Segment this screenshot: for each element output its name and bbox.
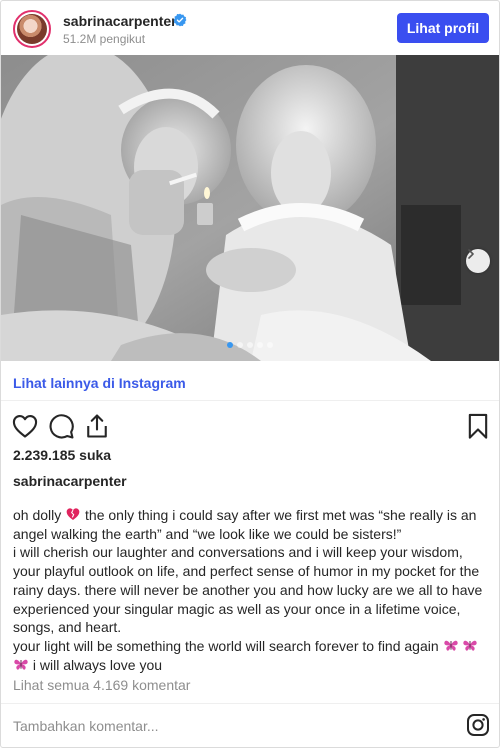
bookmark-icon[interactable] [464,412,492,440]
carousel-dot [237,342,243,348]
caption-line: angel walking the earth” and “we look li… [13,525,402,542]
like-count[interactable]: 2.239.185 suka [13,447,111,463]
instagram-embed-card: sabrinacarpenter 51.2M pengikut Lihat pr… [0,0,500,748]
caption-line: the only thing i could say after we firs… [85,507,477,523]
add-comment-input[interactable]: Tambahkan komentar... [13,718,159,734]
share-icon[interactable] [83,412,111,440]
caption-line: i will always love you [32,656,163,673]
caption-line: songs, and heart. [13,619,122,636]
username[interactable]: sabrinacarpenter [63,13,177,29]
view-profile-button[interactable]: Lihat profil [397,13,489,43]
carousel-dot [247,342,253,348]
photo-illustration [1,55,499,361]
post-photo[interactable] [1,55,499,361]
caption-line: your light will be something the world w… [13,637,439,654]
caption-line: oh dolly [13,507,62,523]
caption-line: your playful outlook on life, and perfec… [13,563,480,580]
heart-icon[interactable] [11,412,39,440]
post-caption: oh dolly the only thing i could say afte… [13,506,489,674]
view-more-on-instagram-link[interactable]: Lihat lainnya di Instagram [13,375,186,391]
avatar[interactable] [13,10,51,48]
carousel-next-button[interactable] [466,249,490,273]
caption-line: i will cherish our laughter and conversa… [13,544,463,561]
divider [1,400,499,401]
comment-icon[interactable] [47,412,75,440]
chevron-right-icon [468,249,474,259]
follower-count: 51.2M pengikut [63,32,146,46]
butterfly-emoji [443,640,458,651]
verified-badge-icon [173,13,187,27]
carousel-dot [267,342,273,348]
carousel-dot [227,342,233,348]
divider [1,703,499,704]
broken-heart-emoji [66,508,80,520]
carousel-indicator [227,342,273,348]
post-header: sabrinacarpenter 51.2M pengikut Lihat pr… [1,1,499,55]
caption-line: rainy days. there will never be another … [13,581,483,598]
carousel-dot [257,342,263,348]
view-all-comments-link[interactable]: Lihat semua 4.169 komentar [13,677,190,693]
instagram-icon[interactable] [466,713,490,737]
butterfly-emoji [14,659,28,670]
caption-username[interactable]: sabrinacarpenter [13,473,127,489]
butterfly-emoji [463,640,478,651]
caption-line: experienced your singular magic as well … [13,600,461,617]
